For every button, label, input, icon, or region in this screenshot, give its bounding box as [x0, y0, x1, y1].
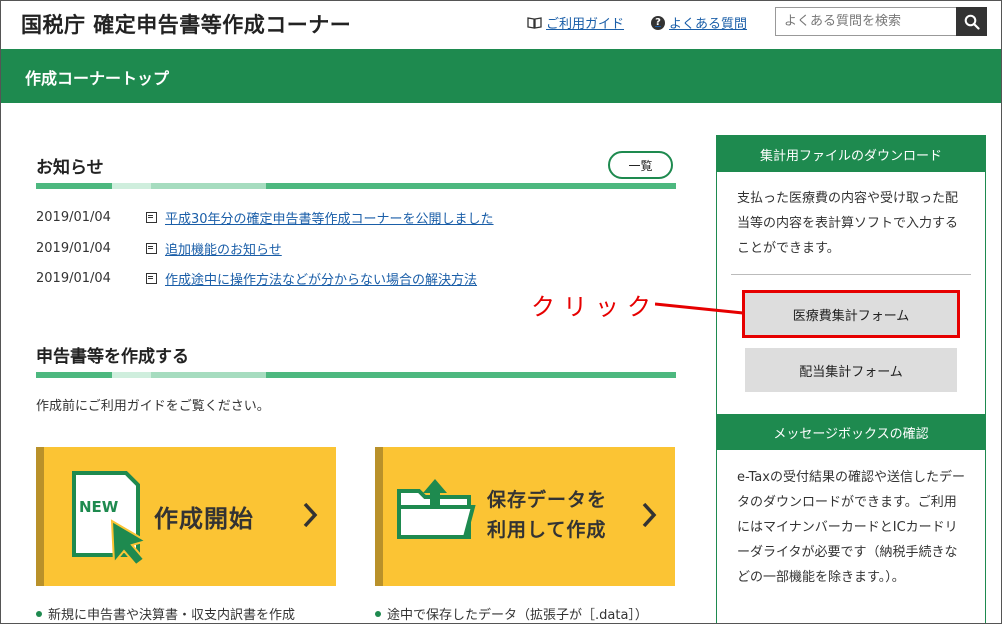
news-link[interactable]: 平成30年分の確定申告書等作成コーナーを公開しました	[165, 208, 494, 227]
use-saved-note: 途中で保存したデータ（拡張子が［.data］）	[375, 604, 648, 623]
bullet-icon	[375, 610, 381, 617]
news-item: 2019/01/04 作成途中に操作方法などが分からない場合の解決方法	[36, 269, 477, 288]
news-item: 2019/01/04 追加機能のお知らせ	[36, 239, 282, 258]
start-new-card[interactable]: NEW 作成開始	[36, 447, 336, 586]
create-divider	[36, 372, 676, 378]
sidebar: 集計用ファイルのダウンロード 支払った医療費の内容や受け取った配当等の内容を表計…	[716, 135, 986, 623]
use-saved-label-line1: 保存データを	[487, 489, 608, 511]
news-link[interactable]: 追加機能のお知らせ	[165, 239, 282, 258]
document-icon	[146, 243, 157, 254]
page-frame: 国税庁 確定申告書等作成コーナー ご利用ガイド ? よくある質問 作成コーナート…	[0, 0, 1002, 624]
document-icon	[146, 273, 157, 284]
bullet-icon	[36, 610, 42, 617]
news-date: 2019/01/04	[36, 210, 111, 225]
download-description: 支払った医療費の内容や受け取った配当等の内容を表計算ソフトで入力することができま…	[737, 191, 959, 256]
news-date: 2019/01/04	[36, 241, 111, 256]
annotation-highlight-box	[742, 290, 960, 338]
page-title: 作成コーナートップ	[25, 69, 170, 88]
use-saved-note-text: 途中で保存したデータ（拡張子が［.data］）	[387, 608, 648, 623]
guide-link[interactable]: ご利用ガイド	[527, 13, 624, 32]
chevron-right-icon	[303, 502, 318, 528]
start-new-note-text: 新規に申告書や決算書・収支内訳書を作成	[48, 608, 296, 623]
create-intro: 作成前にご利用ガイドをご覧ください。	[36, 399, 270, 414]
use-saved-label-line2: 利用して作成	[487, 519, 607, 541]
news-item: 2019/01/04 平成30年分の確定申告書等作成コーナーを公開しました	[36, 208, 494, 227]
book-icon	[527, 16, 542, 29]
create-title: 申告書等を作成する	[36, 347, 189, 367]
search-button[interactable]	[956, 7, 987, 36]
page-title-bar: 作成コーナートップ	[1, 49, 1001, 103]
site-header: 国税庁 確定申告書等作成コーナー ご利用ガイド ? よくある質問	[1, 1, 1001, 49]
faq-link-label: よくある質問	[669, 17, 748, 32]
download-heading: 集計用ファイルのダウンロード	[717, 136, 985, 172]
search-icon	[964, 14, 980, 30]
messagebox-description: e-Taxの受付結果の確認や送信したデータのダウンロードができます。ご利用にはマ…	[737, 470, 965, 585]
folder-upload-icon	[397, 479, 476, 539]
question-icon: ?	[651, 15, 665, 30]
start-new-label: 作成開始	[154, 505, 254, 533]
faq-search-input[interactable]	[775, 7, 957, 36]
guide-link-label: ご利用ガイド	[546, 17, 625, 32]
annotation-arrow-line	[655, 302, 744, 315]
new-badge: NEW	[79, 498, 119, 516]
faq-link[interactable]: ? よくある質問	[651, 13, 747, 32]
site-title: 国税庁 確定申告書等作成コーナー	[21, 13, 352, 37]
use-saved-data-card[interactable]: 保存データを 利用して作成	[375, 447, 675, 586]
dividend-form-button[interactable]: 配当集計フォーム	[745, 348, 957, 392]
start-new-note: 新規に申告書や決算書・収支内訳書を作成	[36, 604, 295, 623]
chevron-right-icon	[642, 502, 657, 528]
new-document-icon: NEW	[72, 471, 149, 567]
document-icon	[146, 212, 157, 223]
news-list-button[interactable]: 一覧	[608, 151, 673, 179]
click-annotation: クリック	[531, 293, 659, 321]
messagebox-heading: メッセージボックスの確認	[717, 414, 985, 450]
divider	[731, 274, 971, 275]
news-link[interactable]: 作成途中に操作方法などが分からない場合の解決方法	[165, 269, 477, 288]
news-divider	[36, 183, 676, 189]
news-title: お知らせ	[36, 158, 104, 178]
news-date: 2019/01/04	[36, 271, 111, 286]
